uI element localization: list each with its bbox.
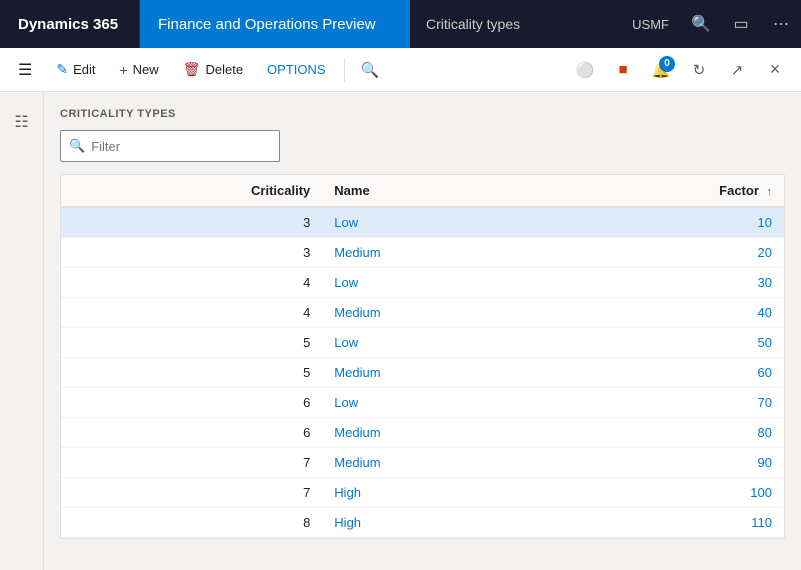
cell-criticality: 7: [61, 478, 322, 508]
notifications-button[interactable]: 🔔 0: [643, 52, 679, 88]
table-row[interactable]: 4Low30: [61, 268, 784, 298]
cell-factor: 10: [543, 207, 784, 238]
cell-criticality: 5: [61, 358, 322, 388]
col-header-factor[interactable]: Factor ↑: [543, 175, 784, 207]
cell-factor: 50: [543, 328, 784, 358]
filter-input-wrapper: 🔍: [60, 130, 280, 162]
cell-name: Low: [322, 328, 542, 358]
table-row[interactable]: 3Medium20: [61, 238, 784, 268]
cell-name: Low: [322, 388, 542, 418]
cell-criticality: 7: [61, 448, 322, 478]
toolbar-search-icon[interactable]: 🔍: [361, 61, 380, 79]
cell-factor: 100: [543, 478, 784, 508]
table-row[interactable]: 3Low10: [61, 207, 784, 238]
delete-button[interactable]: 🗑 Delete: [173, 56, 253, 83]
filter-input[interactable]: [91, 139, 271, 154]
col-header-criticality[interactable]: Criticality: [61, 175, 322, 207]
close-button[interactable]: ×: [757, 52, 793, 88]
dynamics365-logo[interactable]: Dynamics 365: [0, 0, 140, 48]
cell-name: Medium: [322, 298, 542, 328]
refresh-button[interactable]: ↻: [681, 52, 717, 88]
cell-factor: 80: [543, 418, 784, 448]
cell-criticality: 6: [61, 418, 322, 448]
cell-factor: 70: [543, 388, 784, 418]
cell-criticality: 5: [61, 328, 322, 358]
edit-button[interactable]: ✎ Edit: [46, 56, 105, 83]
fullscreen-icon[interactable]: ▭: [721, 0, 761, 48]
cell-factor: 20: [543, 238, 784, 268]
search-icon[interactable]: 🔍: [681, 0, 721, 48]
toolbar: ☰ ✎ Edit + New 🗑 Delete OPTIONS 🔍 ⚪ ■ 🔔 …: [0, 48, 801, 92]
add-icon: +: [119, 62, 127, 78]
table-row[interactable]: 8High110: [61, 508, 784, 538]
options-button[interactable]: OPTIONS: [257, 57, 336, 82]
cell-name: Medium: [322, 358, 542, 388]
table-row[interactable]: 7High100: [61, 478, 784, 508]
hamburger-icon: ☰: [18, 60, 32, 80]
cell-factor: 40: [543, 298, 784, 328]
cell-name: Medium: [322, 418, 542, 448]
criticality-types-table: Criticality Name Factor ↑ 3Low103Medium2…: [61, 175, 784, 538]
open-external-button[interactable]: ↗: [719, 52, 755, 88]
app-name[interactable]: Finance and Operations Preview: [140, 0, 410, 48]
table-row[interactable]: 5Low50: [61, 328, 784, 358]
sidebar: ☷: [0, 92, 44, 570]
col-header-name[interactable]: Name: [322, 175, 542, 207]
cell-criticality: 8: [61, 508, 322, 538]
table-row[interactable]: 6Low70: [61, 388, 784, 418]
new-button[interactable]: + New: [109, 57, 168, 83]
toolbar-right-actions: ⚪ ■ 🔔 0 ↻ ↗ ×: [567, 52, 793, 88]
table-body: 3Low103Medium204Low304Medium405Low505Med…: [61, 207, 784, 538]
cell-name: Medium: [322, 448, 542, 478]
company-code[interactable]: USMF: [620, 17, 681, 32]
top-nav-icons: 🔍 ▭ ⋯: [681, 0, 801, 48]
page-name: Criticality types: [410, 16, 620, 32]
toolbar-separator: [344, 58, 345, 82]
cell-criticality: 3: [61, 238, 322, 268]
more-options-icon[interactable]: ⋯: [761, 0, 801, 48]
cell-name: High: [322, 478, 542, 508]
table-row[interactable]: 6Medium80: [61, 418, 784, 448]
table-row[interactable]: 5Medium60: [61, 358, 784, 388]
data-table-wrapper: Criticality Name Factor ↑ 3Low103Medium2…: [60, 174, 785, 539]
hamburger-menu-button[interactable]: ☰: [8, 55, 42, 85]
delete-icon: 🗑: [183, 61, 201, 78]
cell-name: Medium: [322, 238, 542, 268]
edit-icon: ✎: [56, 61, 68, 78]
table-header: Criticality Name Factor ↑: [61, 175, 784, 207]
filter-container: 🔍: [60, 130, 785, 162]
cell-name: Low: [322, 207, 542, 238]
cell-factor: 90: [543, 448, 784, 478]
cell-name: High: [322, 508, 542, 538]
table-row[interactable]: 7Medium90: [61, 448, 784, 478]
notification-badge: 0: [659, 56, 675, 72]
office-icon[interactable]: ■: [605, 52, 641, 88]
cell-criticality: 6: [61, 388, 322, 418]
cell-name: Low: [322, 268, 542, 298]
settings-icon[interactable]: ⚪: [567, 52, 603, 88]
cell-factor: 60: [543, 358, 784, 388]
cell-factor: 30: [543, 268, 784, 298]
cell-factor: 110: [543, 508, 784, 538]
main-content: ☷ CRITICALITY TYPES 🔍 Criticality Name F…: [0, 92, 801, 570]
section-title: CRITICALITY TYPES: [60, 108, 785, 120]
filter-search-icon: 🔍: [69, 138, 85, 154]
cell-criticality: 4: [61, 268, 322, 298]
table-row[interactable]: 4Medium40: [61, 298, 784, 328]
sort-asc-icon: ↑: [767, 186, 773, 198]
filter-sidebar-icon[interactable]: ☷: [4, 104, 40, 140]
top-nav-bar: Dynamics 365 Finance and Operations Prev…: [0, 0, 801, 48]
cell-criticality: 4: [61, 298, 322, 328]
content-panel: CRITICALITY TYPES 🔍 Criticality Name Fac…: [44, 92, 801, 570]
cell-criticality: 3: [61, 207, 322, 238]
